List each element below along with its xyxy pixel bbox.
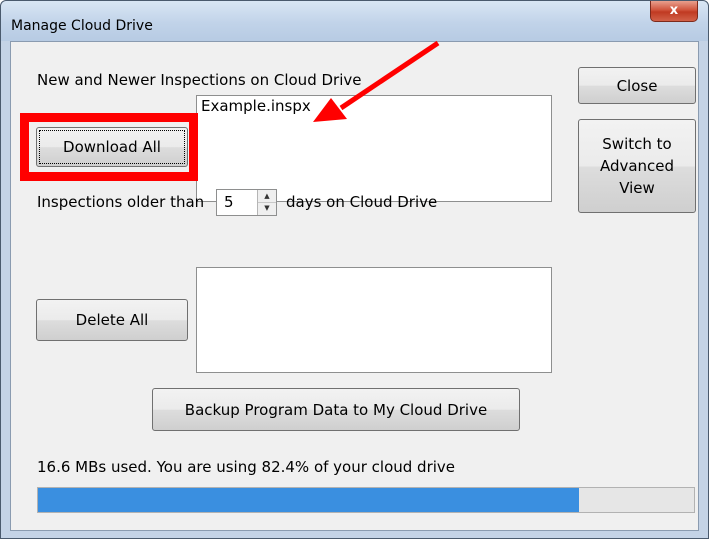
manage-cloud-drive-window: Manage Cloud Drive x New and Newer Inspe… [0, 0, 709, 539]
days-stepper[interactable]: 5 ▲ ▼ [216, 189, 277, 216]
list-item[interactable]: Example.inspx [201, 97, 311, 115]
new-inspections-list[interactable]: Example.inspx [196, 95, 552, 202]
switch-label-line2: Advanced [599, 157, 675, 175]
progress-fill [38, 488, 579, 512]
switch-label-line1: Switch to [602, 135, 672, 153]
window-title: Manage Cloud Drive [11, 18, 153, 34]
switch-advanced-view-button[interactable]: Switch to Advanced View [578, 119, 696, 213]
switch-label-line3: View [619, 179, 655, 197]
new-inspections-label: New and Newer Inspections on Cloud Drive [37, 71, 362, 89]
close-window-button[interactable]: x [650, 1, 698, 22]
usage-text: 16.6 MBs used. You are using 82.4% of yo… [37, 458, 456, 476]
days-on-cloud-label: days on Cloud Drive [286, 193, 438, 211]
backup-program-data-button[interactable]: Backup Program Data to My Cloud Drive [152, 388, 520, 431]
stepper-down-icon[interactable]: ▼ [258, 202, 276, 214]
title-bar: Manage Cloud Drive x [1, 1, 708, 41]
delete-all-button[interactable]: Delete All [36, 299, 188, 341]
cloud-usage-progress-bar [37, 487, 695, 513]
old-inspections-list[interactable] [196, 267, 552, 373]
download-all-button[interactable]: Download All [36, 127, 188, 167]
stepper-buttons: ▲ ▼ [257, 190, 276, 215]
older-than-label: Inspections older than [37, 193, 205, 211]
days-value[interactable]: 5 [224, 193, 234, 211]
close-button[interactable]: Close [578, 67, 696, 104]
